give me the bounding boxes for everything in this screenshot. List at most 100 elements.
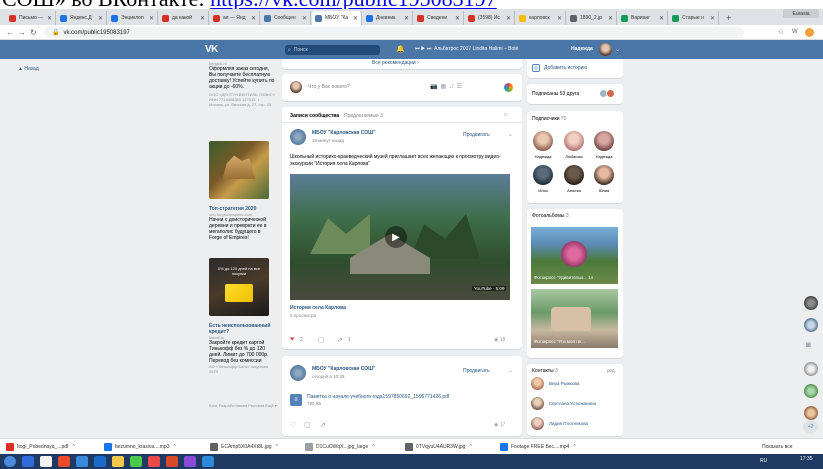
video-title[interactable]: История села Карлова bbox=[290, 305, 346, 311]
share-icon[interactable]: ⇗ bbox=[337, 336, 343, 344]
promote-button[interactable]: Продвигать bbox=[463, 368, 490, 374]
close-icon[interactable]: ✕ bbox=[659, 15, 664, 22]
browser-tab-active[interactable]: МБОУ "Ка ✕ bbox=[312, 11, 362, 25]
taskbar-app-icon[interactable] bbox=[40, 456, 52, 467]
player-controls-icon[interactable]: ⏮ ▶ ⏭ bbox=[415, 46, 431, 52]
play-icon[interactable]: ▶ bbox=[385, 226, 407, 248]
taskbar-app-icon[interactable] bbox=[76, 456, 88, 467]
ad-image-tinkoff[interactable]: 0% до 120 дней на все покупки bbox=[209, 258, 269, 316]
close-icon[interactable]: ✕ bbox=[47, 15, 52, 22]
taskbar-app-icon[interactable] bbox=[130, 456, 142, 467]
new-post-input[interactable]: Что у Вас нового? bbox=[308, 84, 350, 90]
promote-button[interactable]: Продвигать bbox=[463, 132, 490, 138]
chevron-down-icon[interactable]: ⌄ bbox=[508, 131, 513, 138]
start-icon[interactable] bbox=[4, 456, 16, 467]
friend-avatar[interactable] bbox=[533, 165, 553, 185]
story-icon[interactable] bbox=[504, 83, 513, 92]
browser-tab[interactable]: Дневник. ✕ bbox=[363, 11, 413, 25]
add-story-button[interactable]: Добавить историю bbox=[544, 65, 587, 71]
extension-icon[interactable]: W bbox=[792, 29, 798, 35]
camera-icon[interactable]: ◙ bbox=[806, 340, 811, 349]
chevron-up-icon[interactable]: ^ bbox=[372, 444, 374, 450]
browser-tab[interactable]: Старые н ✕ bbox=[669, 11, 719, 25]
download-item[interactable]: ECAmp5X0A4Xt8L.jpg ^ bbox=[210, 442, 278, 452]
close-icon[interactable]: ✕ bbox=[506, 15, 511, 22]
close-icon[interactable]: ✕ bbox=[710, 15, 715, 22]
browser-tab[interactable]: Сведени ✕ bbox=[414, 11, 464, 25]
footer-links[interactable]: Блог Разработчикам Реклама Ещё ▾ bbox=[209, 403, 277, 408]
friend-name[interactable]: Анютка bbox=[560, 188, 588, 193]
chevron-up-icon[interactable]: ^ bbox=[173, 444, 175, 450]
taskbar-app-icon[interactable] bbox=[148, 456, 160, 467]
browser-tab[interactable]: 1890_2.jp ✕ bbox=[567, 11, 617, 25]
chevron-down-icon[interactable]: ⌄ bbox=[615, 46, 620, 53]
window-controls[interactable]: Eurasia bbox=[783, 9, 819, 18]
comment-icon[interactable]: ▢ bbox=[304, 421, 311, 429]
more-chats-badge[interactable]: +2 bbox=[803, 421, 818, 433]
download-item[interactable]: 0TVqyuU4AUR3W.jpg ^ bbox=[405, 442, 472, 452]
reload-icon[interactable]: ↻ bbox=[30, 28, 37, 37]
browser-tab[interactable]: Сообщен ✕ bbox=[261, 11, 311, 25]
browser-tab[interactable]: (3598) Ис ✕ bbox=[465, 11, 515, 25]
search-icon[interactable]: ⌕ bbox=[504, 112, 507, 119]
contact-name[interactable]: Лидия Плотникова bbox=[549, 421, 588, 426]
chevron-up-icon[interactable]: ^ bbox=[72, 444, 74, 450]
download-item[interactable]: D1CuOWqX...jpg_large ^ bbox=[305, 442, 375, 452]
taskbar-app-icon[interactable] bbox=[22, 456, 34, 467]
subscribers-title[interactable]: Подписчики 70 bbox=[532, 116, 566, 122]
clock[interactable]: 17:35 bbox=[800, 456, 813, 462]
forward-arrow-icon[interactable]: → bbox=[18, 28, 26, 37]
chevron-down-icon[interactable]: ⌄ bbox=[508, 367, 513, 374]
album-cover-2[interactable]: Фотокросс "Я и моя пе... bbox=[531, 289, 618, 348]
ad-block-3[interactable]: Есть неиспользованный кредит? tinkoff.ru… bbox=[209, 323, 277, 374]
chat-avatar[interactable] bbox=[804, 362, 818, 376]
albums-title[interactable]: Фотоальбомы 3 bbox=[532, 213, 569, 219]
chat-avatar[interactable] bbox=[804, 384, 818, 398]
ad-image-forge[interactable] bbox=[209, 141, 269, 199]
friend-avatar[interactable] bbox=[533, 131, 553, 151]
close-icon[interactable]: ✕ bbox=[404, 15, 409, 22]
close-icon[interactable]: ✕ bbox=[149, 15, 154, 22]
taskbar-app-icon[interactable] bbox=[94, 456, 106, 467]
browser-tab[interactable]: Варианг ✕ bbox=[618, 11, 668, 25]
friend-name[interactable]: Любашка bbox=[560, 154, 588, 159]
chevron-up-icon[interactable]: ^ bbox=[573, 444, 575, 450]
contact-avatar[interactable] bbox=[531, 417, 544, 430]
document-icon[interactable]: ≡ bbox=[290, 394, 302, 406]
tab-suggested[interactable]: Предлагаемые 3 bbox=[344, 113, 383, 119]
doc-vk-link[interactable]: https://vk.com/public195083197 bbox=[210, 0, 497, 9]
close-icon[interactable]: ✕ bbox=[455, 15, 460, 22]
keyboard-language[interactable]: RU bbox=[760, 458, 767, 464]
taskbar-app-icon[interactable] bbox=[58, 456, 70, 467]
browser-tab[interactable]: Яндекс.Д ✕ bbox=[57, 11, 107, 25]
browser-tab[interactable]: да какой ✕ bbox=[159, 11, 209, 25]
browser-tab[interactable]: Письмо — ✕ bbox=[6, 11, 56, 25]
friend-name[interactable]: Надежда bbox=[590, 154, 618, 159]
vk-logo-icon[interactable]: VK bbox=[205, 44, 218, 55]
close-icon[interactable]: ✕ bbox=[200, 15, 205, 22]
chat-avatar[interactable] bbox=[804, 296, 818, 310]
share-icon[interactable]: ⇗ bbox=[320, 421, 326, 429]
subscribed-friends-card[interactable]: Подписаны 53 друга bbox=[527, 84, 623, 104]
close-icon[interactable]: ✕ bbox=[98, 15, 103, 22]
all-recommendations-link[interactable]: Все рекомендации › bbox=[372, 60, 419, 66]
browser-tab[interactable]: ая — Янд ✕ bbox=[210, 11, 260, 25]
friend-name[interactable]: Илья bbox=[529, 188, 557, 193]
post-author[interactable]: МБОУ "Карловская СОШ" bbox=[312, 366, 375, 372]
close-icon[interactable]: ✕ bbox=[353, 15, 358, 22]
contacts-title[interactable]: Контакты 3 bbox=[532, 368, 558, 374]
ad-block-2[interactable]: Топ-стратегия 2020 ooo.forgeofempires.co… bbox=[209, 206, 275, 241]
profile-avatar[interactable] bbox=[805, 28, 814, 37]
star-icon[interactable]: ☆ bbox=[778, 28, 784, 36]
contact-name[interactable]: Светлана Устюжанина bbox=[549, 401, 596, 406]
heart-icon[interactable]: ♥ bbox=[290, 336, 294, 343]
back-link[interactable]: ▲ Назад bbox=[18, 66, 39, 72]
ad-block-1[interactable]: kengoo.ru Оформляя заказ сегодня, Вы пол… bbox=[209, 61, 275, 107]
friend-avatar[interactable] bbox=[594, 165, 614, 185]
chat-avatar[interactable] bbox=[804, 406, 818, 420]
taskbar-app-icon[interactable] bbox=[184, 456, 196, 467]
chevron-up-icon[interactable]: ^ bbox=[469, 444, 471, 450]
chat-avatar[interactable] bbox=[804, 318, 818, 332]
back-arrow-icon[interactable]: ← bbox=[6, 28, 14, 37]
friend-avatar[interactable] bbox=[564, 131, 584, 151]
